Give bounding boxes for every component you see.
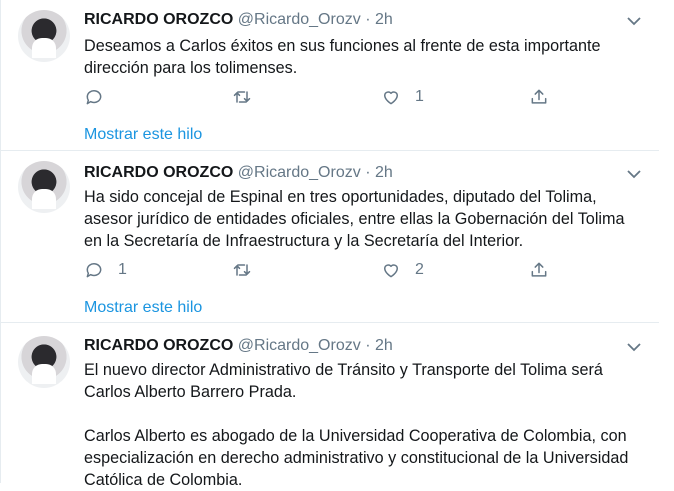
timeline: RICARDO OROZCO @Ricardo_Orozv · 2h Desea… [0, 0, 674, 489]
heart-icon [384, 91, 398, 105]
reply-icon [86, 263, 102, 278]
chevron-down-icon[interactable] [626, 13, 642, 29]
timestamp[interactable]: 2h [375, 164, 393, 181]
reply-button[interactable]: 1 [84, 259, 127, 281]
author-name[interactable]: RICARDO OROZCO [84, 11, 233, 28]
timestamp[interactable]: 2h [375, 11, 393, 28]
tweet-header: RICARDO OROZCO @Ricardo_Orozv · 2h [84, 11, 393, 29]
tweet[interactable]: RICARDO OROZCO @Ricardo_Orozv · 2h Ha si… [1, 151, 659, 323]
retweet-button[interactable] [232, 259, 266, 281]
tweet-actions: 1 [84, 86, 564, 108]
author-handle[interactable]: @Ricardo_Orozv [238, 11, 361, 28]
show-thread-link[interactable]: Mostrar este hilo [84, 299, 202, 317]
separator-dot: · [365, 337, 371, 354]
tweet[interactable]: RICARDO OROZCO @Ricardo_Orozv · 2h Desea… [1, 0, 659, 151]
timestamp[interactable]: 2h [375, 337, 393, 354]
share-button[interactable] [529, 259, 549, 281]
show-thread-link[interactable]: Mostrar este hilo [84, 126, 202, 144]
tweet-header: RICARDO OROZCO @Ricardo_Orozv · 2h [84, 337, 393, 355]
separator-dot: · [365, 164, 371, 181]
chevron-down-icon[interactable] [626, 166, 642, 182]
avatar[interactable] [18, 10, 70, 62]
avatar[interactable] [18, 336, 70, 388]
like-count: 1 [415, 88, 424, 105]
author-name[interactable]: RICARDO OROZCO [84, 164, 233, 181]
like-button[interactable]: 1 [381, 86, 424, 108]
separator-dot: · [365, 11, 371, 28]
retweet-icon [233, 264, 251, 276]
author-name[interactable]: RICARDO OROZCO [84, 337, 233, 354]
tweet-actions: 1 2 [84, 259, 564, 281]
tweet-text: Deseamos a Carlos éxitos en sus funcione… [84, 37, 601, 77]
retweet-icon [233, 91, 251, 103]
share-icon [531, 262, 547, 277]
tweet-header: RICARDO OROZCO @Ricardo_Orozv · 2h [84, 164, 393, 182]
tweet-text: El nuevo director Administrativo de Trán… [84, 361, 629, 489]
tweet[interactable]: RICARDO OROZCO @Ricardo_Orozv · 2h El nu… [1, 323, 659, 489]
chevron-down-icon[interactable] [626, 339, 642, 355]
heart-icon [384, 264, 398, 278]
like-button[interactable]: 2 [381, 259, 424, 281]
avatar[interactable] [18, 161, 70, 213]
share-icon [531, 89, 547, 104]
reply-count: 1 [118, 261, 127, 278]
reply-button[interactable] [84, 86, 118, 108]
author-handle[interactable]: @Ricardo_Orozv [238, 164, 361, 181]
share-button[interactable] [529, 86, 549, 108]
reply-icon [86, 90, 102, 105]
like-count: 2 [415, 261, 424, 278]
tweet-text: Ha sido concejal de Espinal en tres opor… [84, 188, 625, 250]
author-handle[interactable]: @Ricardo_Orozv [238, 337, 361, 354]
retweet-button[interactable] [232, 86, 266, 108]
